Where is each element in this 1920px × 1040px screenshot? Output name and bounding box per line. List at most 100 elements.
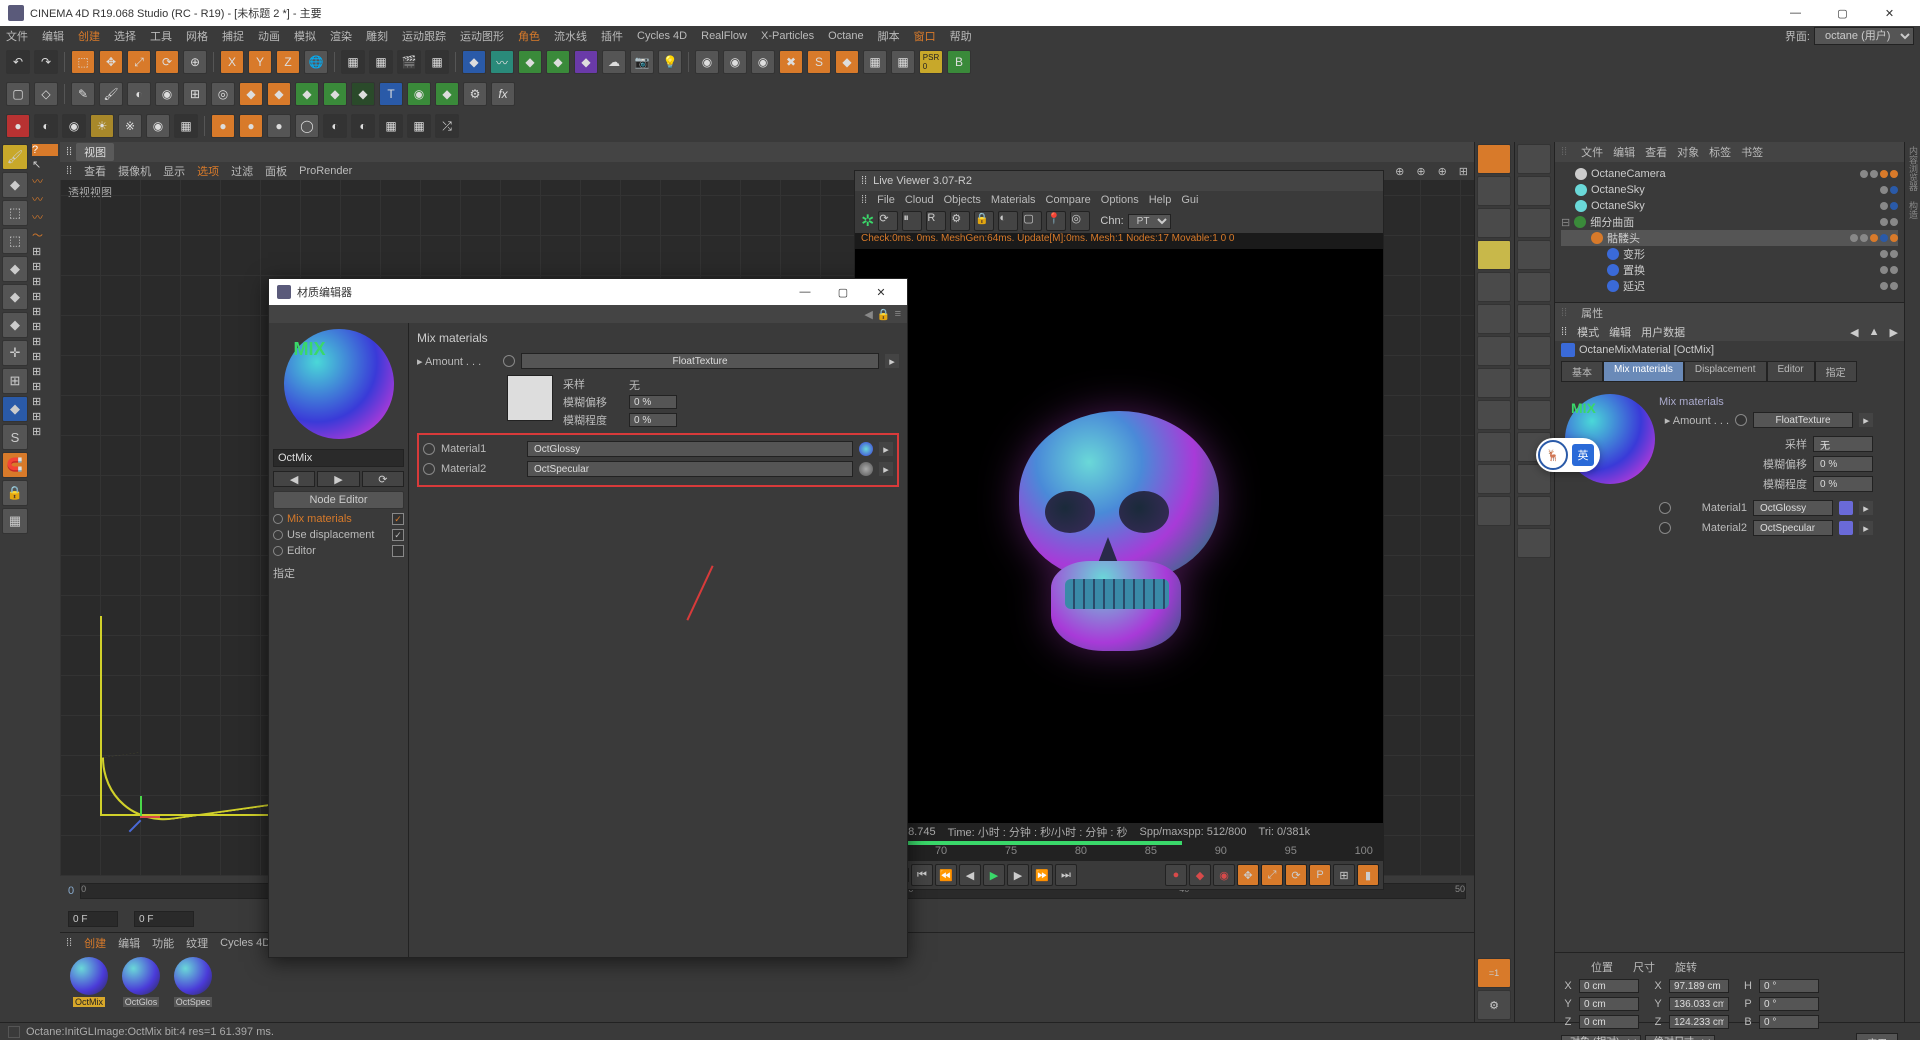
world-icon[interactable]: 🌐	[304, 50, 328, 74]
render-region-icon[interactable]: ▦	[369, 50, 393, 74]
material1-field[interactable]: OctGlossy	[527, 441, 853, 457]
tool-icon[interactable]	[1477, 144, 1511, 174]
lv-menu[interactable]: File	[877, 194, 895, 206]
picker-icon[interactable]: ▸	[879, 462, 893, 476]
object-tree-row[interactable]: OctaneSky	[1561, 198, 1898, 214]
tool-icon[interactable]: ⊞	[2, 368, 28, 394]
tool-icon[interactable]: ◐	[323, 114, 347, 138]
attr-tab[interactable]: Mix materials	[1603, 361, 1684, 382]
cube-icon[interactable]: ◆	[462, 50, 486, 74]
autokey-icon[interactable]: ◉	[1213, 864, 1235, 886]
tool-icon[interactable]: ▦	[863, 50, 887, 74]
object-tree-row[interactable]: ⊟细分曲面	[1561, 214, 1898, 230]
grip-icon[interactable]: ⁞⁞	[66, 146, 72, 158]
vp-menu-item[interactable]: ProRender	[299, 165, 352, 177]
menu-item[interactable]: Cycles 4D	[637, 30, 687, 42]
ime-widget[interactable]: 🦌 英	[1536, 438, 1600, 472]
shuffle-icon[interactable]: ⤮	[435, 114, 459, 138]
menu-item[interactable]: RealFlow	[701, 30, 747, 42]
text-tool-icon[interactable]: T	[379, 82, 403, 106]
keyframe-dot[interactable]	[1659, 502, 1671, 514]
tool-icon[interactable]	[1517, 368, 1551, 398]
attr-menu[interactable]: 用户数据	[1641, 324, 1685, 340]
tool-icon[interactable]: ⊞	[32, 320, 58, 333]
tool-icon[interactable]	[1477, 336, 1511, 366]
tool-icon[interactable]: ⊞	[32, 245, 58, 258]
attr-tab[interactable]: Editor	[1767, 361, 1815, 382]
vp-nav-icon[interactable]: ⊕	[1438, 165, 1447, 178]
window-close[interactable]: ✕	[1867, 0, 1912, 26]
window-min[interactable]: —	[1773, 0, 1818, 26]
menu-item[interactable]: 插件	[601, 28, 623, 44]
material-name-input[interactable]	[273, 449, 404, 467]
tool-icon[interactable]: ⊞	[1333, 864, 1355, 886]
nav-icon[interactable]: ◀	[1850, 326, 1858, 339]
window-max[interactable]: ▢	[1820, 0, 1865, 26]
tool-icon[interactable]: ⊕	[183, 50, 207, 74]
channel-select[interactable]: PT	[1128, 214, 1171, 229]
tool-icon[interactable]	[1477, 272, 1511, 302]
tool-icon[interactable]: ◆	[267, 82, 291, 106]
tool-icon[interactable]: ⊞	[32, 365, 58, 378]
material-thumb[interactable]: OctMix	[66, 957, 112, 1018]
mat-menu-item[interactable]: 创建	[84, 935, 106, 951]
om-menu[interactable]: 标签	[1709, 144, 1731, 160]
region-icon[interactable]: R	[926, 211, 946, 231]
tool-icon[interactable]: ▮	[1357, 864, 1379, 886]
tool-icon[interactable]: ◆	[435, 82, 459, 106]
side-tab[interactable]: 内容浏览器 构造	[1904, 142, 1920, 1022]
tool-icon[interactable]: ⊞	[32, 350, 58, 363]
tool-icon[interactable]: ⊞	[183, 82, 207, 106]
menu-item[interactable]: 脚本	[878, 28, 900, 44]
scale-icon[interactable]: ⤢	[127, 50, 151, 74]
object-tree[interactable]: OctaneCameraOctaneSkyOctaneSky⊟细分曲面骷髅头变形…	[1555, 162, 1904, 302]
material-editor-dialog[interactable]: 材质编辑器 — ▢ ✕ ◀🔒≡ MIX ◀▶⟳ Node Editor Mix …	[268, 278, 908, 958]
lv-menu[interactable]: Cloud	[905, 194, 934, 206]
om-menu[interactable]: 对象	[1677, 144, 1699, 160]
lock-icon[interactable]: 🔒	[877, 308, 891, 321]
menu-item[interactable]: X-Particles	[761, 30, 814, 42]
tool-icon[interactable]: ▦	[891, 50, 915, 74]
dialog-max[interactable]: ▢	[825, 281, 861, 303]
psr-icon[interactable]: PSR0	[919, 50, 943, 74]
next-key-icon[interactable]: ⏩	[1031, 864, 1053, 886]
refresh-icon[interactable]: ⟳	[878, 211, 898, 231]
nav-icon[interactable]: ▶	[1890, 326, 1898, 339]
last-frame-icon[interactable]: ⏭	[1055, 864, 1077, 886]
tool-icon[interactable]: ▦	[407, 114, 431, 138]
tool-icon[interactable]: ⊞	[32, 260, 58, 273]
menu-item[interactable]: 帮助	[950, 28, 972, 44]
picker-icon[interactable]: ▸	[885, 354, 899, 368]
menu-item[interactable]: 选择	[114, 28, 136, 44]
tool-icon[interactable]: ✥	[1237, 864, 1259, 886]
move-icon[interactable]: ✥	[99, 50, 123, 74]
play-icon[interactable]: ▶	[983, 864, 1005, 886]
tool-icon[interactable]: ▦	[174, 114, 198, 138]
bezier-icon[interactable]: 〜	[32, 227, 58, 243]
material-ball-icon[interactable]	[859, 442, 873, 456]
tool-icon[interactable]: ⊞	[32, 305, 58, 318]
axis-y-icon[interactable]: Y	[248, 50, 272, 74]
grip-icon[interactable]: ⁞⁞	[66, 165, 72, 177]
float-texture-field[interactable]: FloatTexture	[521, 353, 879, 369]
sphere-icon[interactable]: ◯	[295, 114, 319, 138]
tool-icon[interactable]	[1517, 400, 1551, 430]
attr-tab[interactable]: 基本	[1561, 361, 1603, 382]
tool-icon[interactable]: ◆	[835, 50, 859, 74]
lv-menu[interactable]: Materials	[991, 194, 1036, 206]
tool-icon[interactable]	[1477, 176, 1511, 206]
menu-item[interactable]: 运动图形	[460, 28, 504, 44]
vp-nav-icon[interactable]: ⊕	[1395, 165, 1404, 178]
tool-icon[interactable]: ⊞	[32, 410, 58, 423]
menu-item[interactable]: 工具	[150, 28, 172, 44]
render-pv-icon[interactable]: ▦	[425, 50, 449, 74]
tool-icon[interactable]: P	[1309, 864, 1331, 886]
tool-icon[interactable]: ◐	[351, 114, 375, 138]
settings-icon[interactable]: ⚙	[950, 211, 970, 231]
spline-icon[interactable]: 〰	[32, 209, 58, 225]
mat-menu-item[interactable]: 纹理	[186, 935, 208, 951]
octane-icon[interactable]: S	[807, 50, 831, 74]
node-editor-button[interactable]: Node Editor	[273, 491, 404, 509]
vp-menu-item[interactable]: 摄像机	[118, 163, 151, 179]
om-menu[interactable]: 编辑	[1613, 144, 1635, 160]
